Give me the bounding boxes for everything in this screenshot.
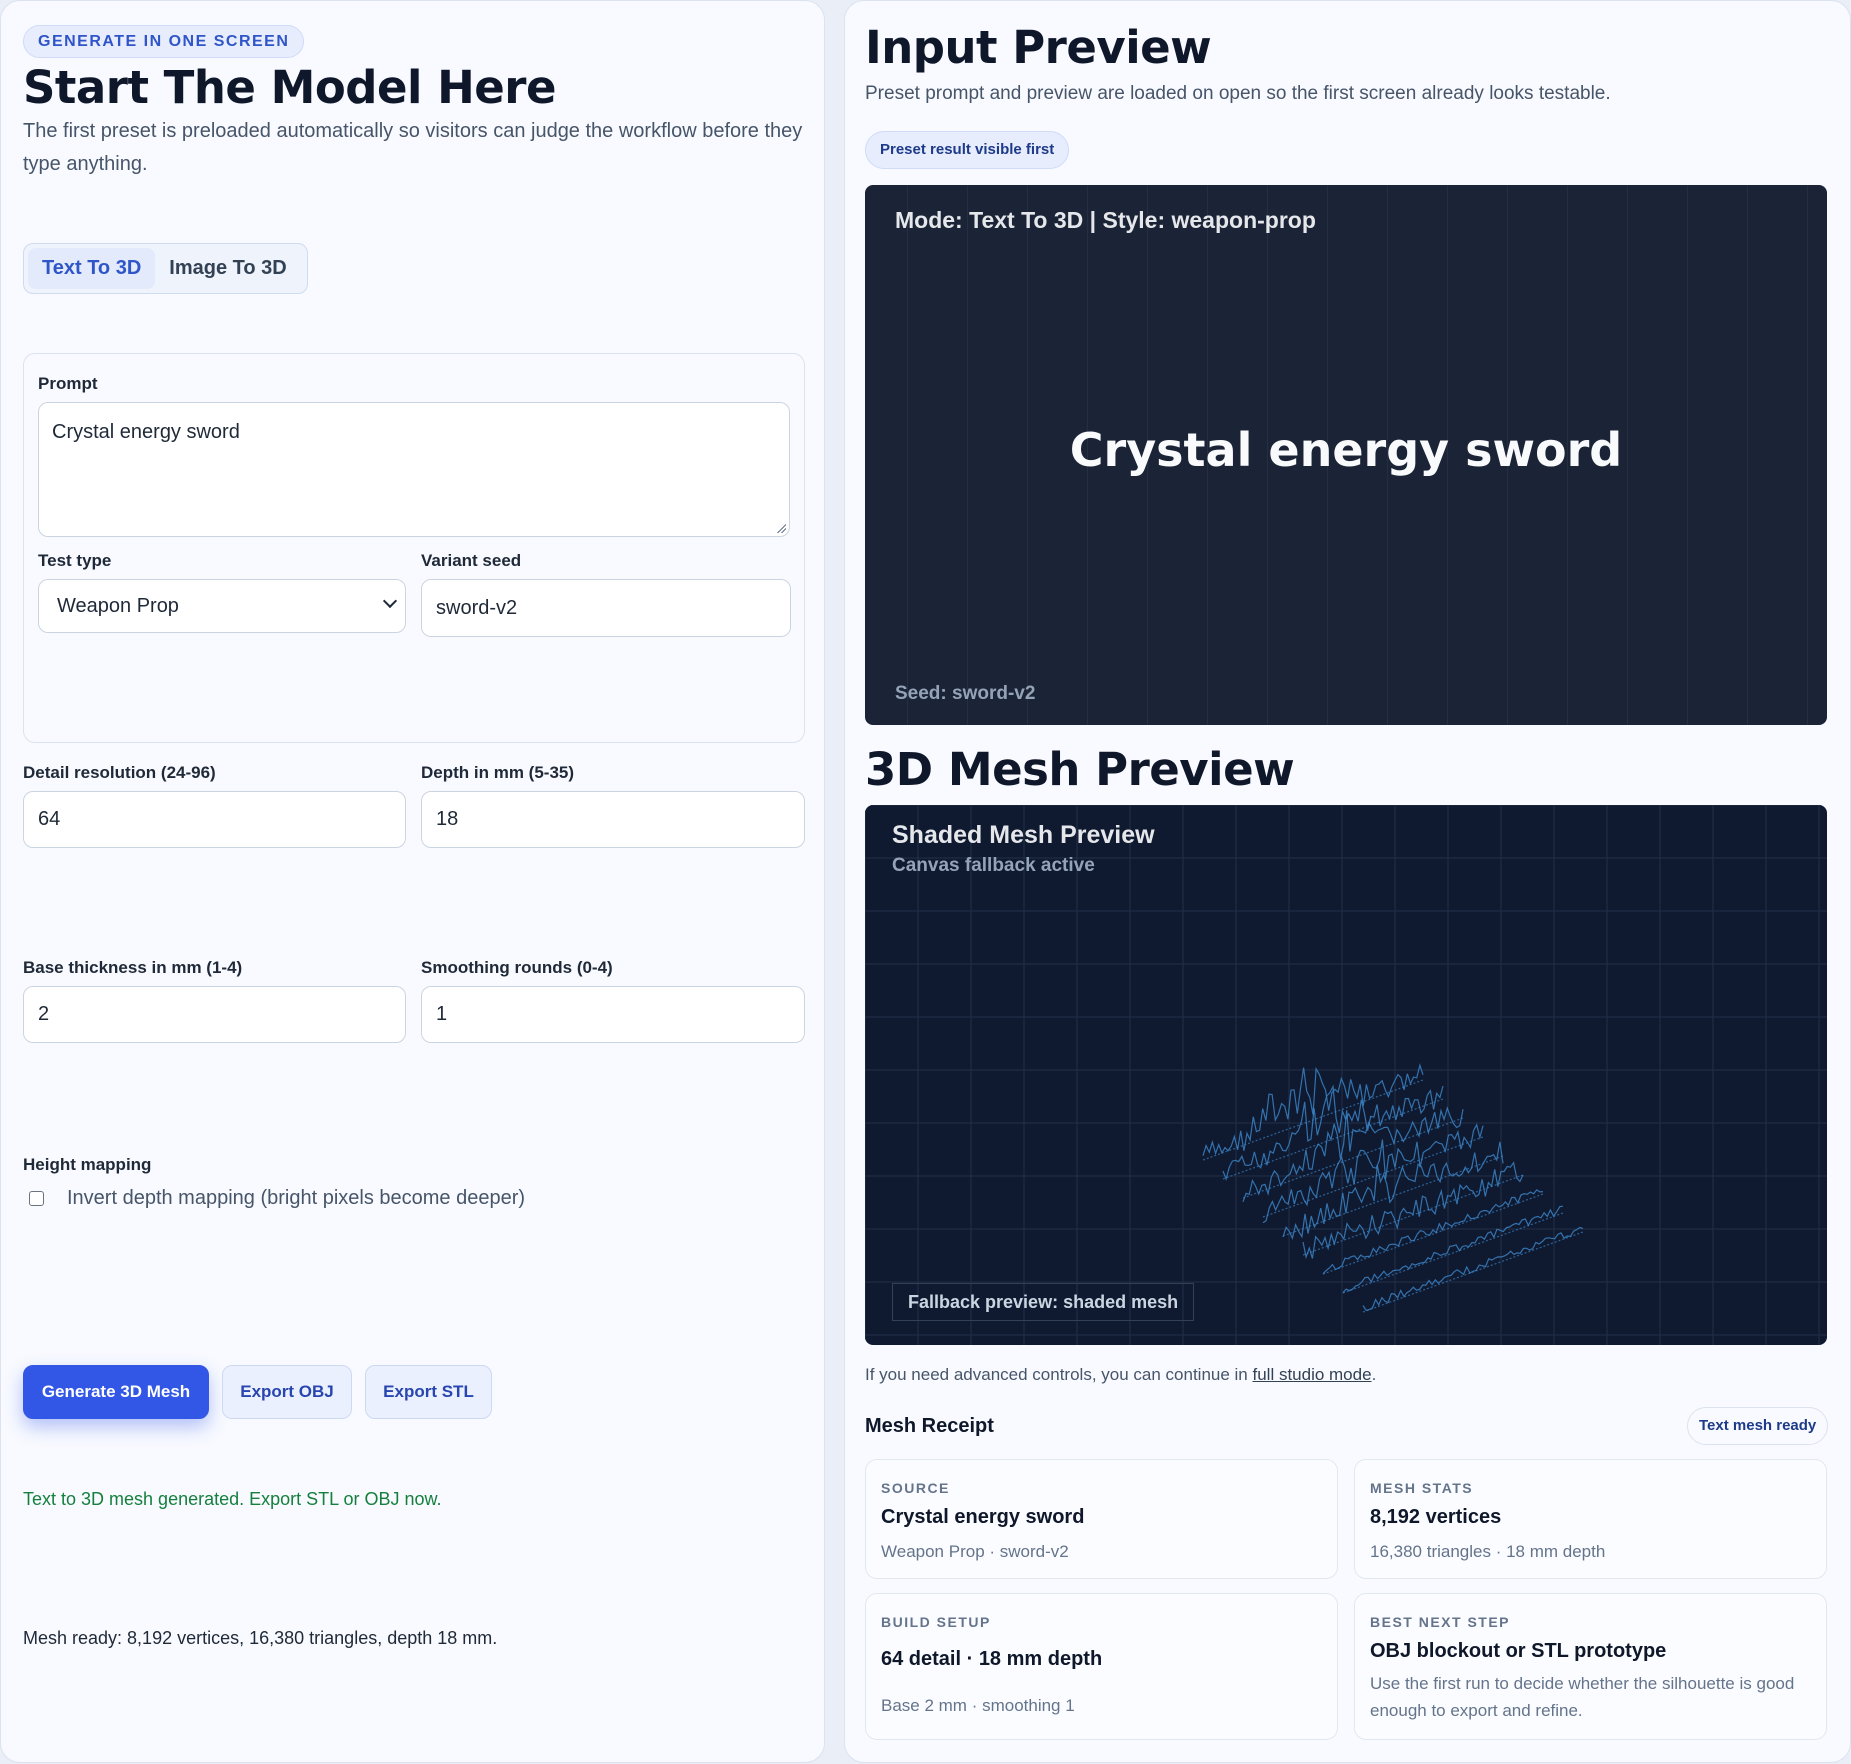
card-main: 8,192 vertices: [1370, 1506, 1502, 1528]
input-preview-canvas: Mode: Text To 3D | Style: weapon-prop Cr…: [865, 185, 1827, 725]
card-main: Crystal energy sword: [881, 1506, 1085, 1528]
intro-text: The first preset is preloaded automatica…: [23, 120, 803, 175]
mode-toggle: Text To 3D Image To 3D: [23, 243, 308, 294]
export-stl-button[interactable]: Export STL: [365, 1365, 492, 1419]
mesh-row-base: [1222, 1098, 1444, 1180]
detail-resolution-label: Detail resolution (24-96): [23, 763, 216, 782]
prompt-value: Crystal energy sword: [52, 421, 240, 443]
variant-seed-input[interactable]: sword-v2: [421, 579, 791, 637]
mesh-preview-canvas[interactable]: Shaded Mesh Preview Canvas fallback acti…: [865, 805, 1827, 1345]
preview-panel: Input Preview Preset prompt and preview …: [844, 0, 1851, 1763]
card-sub: 16,380 triangles · 18 mm depth: [1370, 1542, 1606, 1561]
card-eyebrow: BEST NEXT STEP: [1370, 1614, 1511, 1630]
variant-seed-value: sword-v2: [436, 596, 518, 619]
preview-prompt-text: Crystal energy sword: [1069, 423, 1623, 477]
fallback-label: Fallback preview: shaded mesh: [892, 1283, 1195, 1321]
card-eyebrow: MESH STATS: [1370, 1480, 1474, 1496]
generate-eyebrow-badge: GENERATE IN ONE SCREEN: [23, 25, 305, 58]
base-thickness-input[interactable]: 2: [23, 986, 406, 1043]
mesh-row-line: [1362, 1226, 1584, 1311]
input-preview-title: Input Preview: [865, 21, 1212, 74]
mesh-row-base: [1362, 1231, 1584, 1313]
receipt-card-source: SOURCE Crystal energy sword Weapon Prop …: [865, 1459, 1338, 1579]
mesh-row-line: [1302, 1161, 1524, 1260]
resize-grip-icon[interactable]: [776, 523, 786, 533]
mesh-wireframe: [1202, 1063, 1584, 1313]
receipt-card-next-step: BEST NEXT STEP OBJ blockout or STL proto…: [1354, 1593, 1827, 1740]
studio-suffix: .: [1371, 1365, 1377, 1384]
base-thickness-value: 2: [38, 1003, 50, 1025]
receipt-title: Mesh Receipt: [865, 1415, 994, 1437]
card-main: OBJ blockout or STL prototype: [1370, 1640, 1667, 1662]
test-type-value: Weapon Prop: [57, 594, 179, 617]
smoothing-input[interactable]: 1: [421, 986, 805, 1043]
tab-text-to-3d[interactable]: Text To 3D: [28, 248, 156, 289]
mesh-render: [865, 805, 1827, 1345]
mesh-row-base: [1322, 1193, 1544, 1275]
smoothing-label: Smoothing rounds (0-4): [421, 958, 613, 977]
full-studio-link[interactable]: full studio mode: [1252, 1365, 1371, 1384]
test-type-label: Test type: [38, 551, 112, 570]
height-mapping-label: Height mapping: [23, 1155, 152, 1174]
status-message: Text to 3D mesh generated. Export STL or…: [23, 1489, 442, 1509]
invert-depth-label[interactable]: Invert depth mapping (bright pixels beco…: [67, 1187, 525, 1210]
generate-mesh-button[interactable]: Generate 3D Mesh: [23, 1365, 209, 1419]
prompt-textarea[interactable]: Crystal energy sword: [38, 402, 790, 537]
card-eyebrow: BUILD SETUP: [881, 1614, 991, 1630]
prompt-card: Prompt Crystal energy sword Test type We…: [23, 353, 805, 743]
preset-badge: Preset result visible first: [865, 131, 1070, 169]
base-thickness-label: Base thickness in mm (1-4): [23, 958, 243, 977]
mesh-preview-title: 3D Mesh Preview: [865, 743, 1295, 796]
card-sub: Base 2 mm · smoothing 1: [881, 1696, 1075, 1715]
export-obj-button[interactable]: Export OBJ: [222, 1365, 352, 1419]
depth-input[interactable]: 18: [421, 791, 805, 848]
generator-panel: GENERATE IN ONE SCREEN Start The Model H…: [0, 0, 825, 1763]
card-sub: Use the first run to decide whether the …: [1370, 1674, 1795, 1720]
mesh-canvas-subtitle: Canvas fallback active: [892, 855, 1095, 876]
card-main: 64 detail · 18 mm depth: [881, 1648, 1103, 1670]
mesh-row-base: [1262, 1136, 1484, 1218]
smoothing-value: 1: [436, 1003, 448, 1025]
depth-label: Depth in mm (5-35): [421, 763, 575, 782]
depth-value: 18: [436, 808, 459, 830]
page-title: Start The Model Here: [23, 61, 557, 114]
card-eyebrow: SOURCE: [881, 1480, 950, 1496]
receipt-badge: Text mesh ready: [1687, 1407, 1829, 1445]
receipt-card-mesh-stats: MESH STATS 8,192 vertices 16,380 triangl…: [1354, 1459, 1827, 1579]
studio-mode-line: If you need advanced controls, you can c…: [865, 1365, 1376, 1385]
mesh-canvas-title: Shaded Mesh Preview: [892, 821, 1155, 849]
mesh-grid: [865, 805, 1827, 1345]
preview-seed-line: Seed: sword-v2: [895, 683, 1036, 704]
tab-image-to-3d[interactable]: Image To 3D: [155, 248, 300, 289]
input-preview-subtitle: Preset prompt and preview are loaded on …: [865, 83, 1611, 104]
prompt-label: Prompt: [38, 374, 98, 393]
invert-depth-checkbox[interactable]: [29, 1191, 44, 1206]
mesh-row-line: [1242, 1106, 1464, 1203]
card-sub: Weapon Prop · sword-v2: [881, 1542, 1069, 1561]
detail-resolution-input[interactable]: 64: [23, 791, 406, 848]
preview-mode-line: Mode: Text To 3D | Style: weapon-prop: [895, 207, 1316, 233]
variant-seed-label: Variant seed: [421, 551, 522, 570]
studio-prefix: If you need advanced controls, you can c…: [865, 1365, 1253, 1384]
mesh-summary: Mesh ready: 8,192 vertices, 16,380 trian…: [23, 1628, 498, 1648]
detail-resolution-value: 64: [38, 808, 61, 830]
chevron-down-icon: [382, 593, 398, 609]
test-type-select[interactable]: Weapon Prop: [38, 579, 406, 633]
receipt-card-build-setup: BUILD SETUP 64 detail · 18 mm depth Base…: [865, 1593, 1338, 1740]
